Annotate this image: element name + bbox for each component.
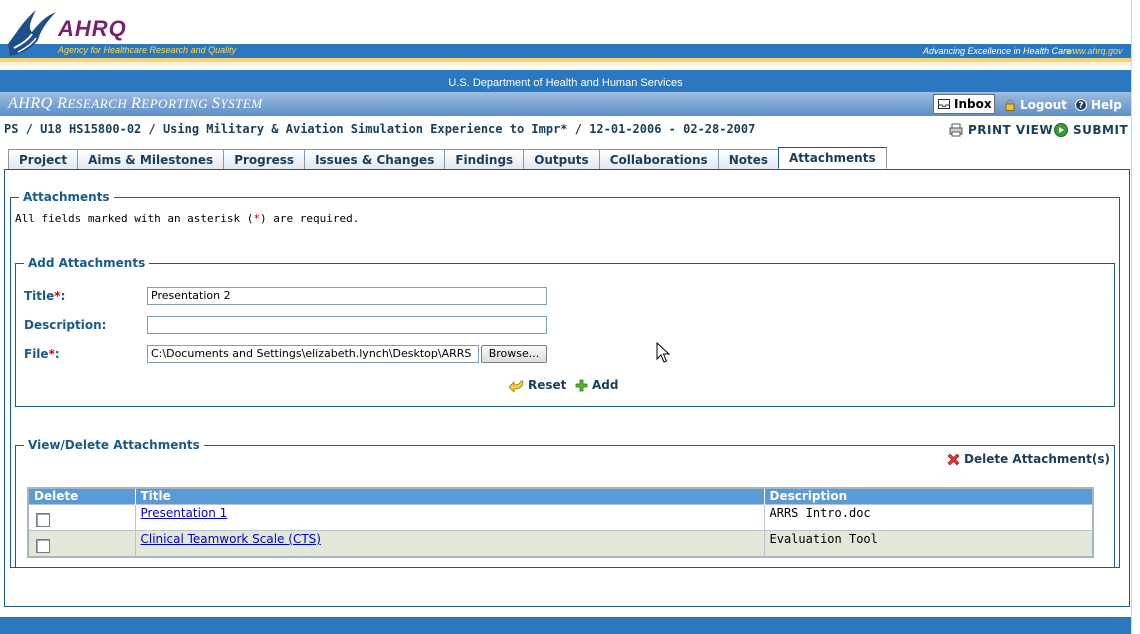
system-title: AHRQ RESEARCH REPORTING SYSTEM — [8, 95, 263, 113]
submit-arrow-icon — [1054, 123, 1068, 137]
table-row: Presentation 1 ARRS Intro.doc — [28, 503, 1094, 530]
attachment-title-link[interactable]: Clinical Teamwork Scale (CTS) — [141, 532, 321, 546]
svg-text:?: ? — [1078, 101, 1083, 111]
tab-attachments[interactable]: Attachments — [778, 147, 887, 169]
description-input[interactable] — [147, 316, 547, 334]
browse-button[interactable]: Browse... — [481, 345, 547, 363]
column-header-description[interactable]: Description — [764, 488, 1094, 504]
tab-progress[interactable]: Progress — [223, 149, 305, 170]
required-note-text: All fields marked with an asterisk ( — [15, 212, 254, 225]
help-link[interactable]: ? Help — [1075, 95, 1122, 114]
system-title-part: ESEARCH — [67, 96, 132, 111]
hhs-eagle-icon — [8, 10, 56, 56]
delete-x-icon — [947, 453, 960, 465]
reset-arrow-icon — [509, 380, 524, 392]
tab-issues-changes[interactable]: Issues & Changes — [304, 149, 445, 170]
inbox-label: Inbox — [954, 97, 992, 111]
plus-icon — [575, 379, 588, 391]
delete-checkbox[interactable] — [36, 538, 50, 553]
description-cell: Evaluation Tool — [764, 529, 1094, 557]
breadcrumb: PS / U18 HS15800-02 / Using Military & A… — [4, 122, 756, 136]
delete-cell — [28, 529, 136, 557]
lock-icon — [1005, 98, 1015, 111]
print-view-link[interactable]: PRINT VIEW — [949, 123, 1053, 137]
view-delete-legend: View/Delete Attachments — [28, 438, 200, 452]
title-label: Title*: — [24, 289, 65, 303]
ahrq-logo-text: AHRQ — [58, 16, 127, 41]
agency-name: Agency for Healthcare Research and Quali… — [58, 45, 237, 55]
inbox-button[interactable]: Inbox — [933, 94, 995, 114]
header-cream-stripe — [0, 62, 1131, 66]
table-row: Clinical Teamwork Scale (CTS) Evaluation… — [28, 529, 1094, 557]
add-button[interactable]: Add — [575, 378, 618, 392]
system-title-part: EPORTING — [141, 96, 212, 111]
tab-bar: Project Aims & Milestones Progress Issue… — [8, 147, 887, 170]
print-view-label: PRINT VIEW — [968, 123, 1054, 137]
tab-aims-milestones[interactable]: Aims & Milestones — [77, 149, 224, 170]
window-right-edge — [1131, 0, 1140, 634]
help-icon: ? — [1075, 98, 1087, 111]
tagline: Advancing Excellence in Health Care — [923, 46, 1072, 56]
title-input[interactable]: Presentation 2 — [147, 287, 547, 305]
delete-checkbox[interactable] — [36, 512, 50, 527]
file-path-input[interactable]: C:\Documents and Settings\elizabeth.lync… — [147, 345, 479, 363]
attachments-table: Delete Title Description Presentation 1 … — [27, 487, 1094, 558]
tab-notes[interactable]: Notes — [717, 149, 779, 170]
description-cell: ARRS Intro.doc — [764, 503, 1094, 530]
logout-label: Logout — [1020, 97, 1068, 112]
tab-outputs[interactable]: Outputs — [523, 149, 599, 170]
tab-collaborations[interactable]: Collaborations — [598, 149, 718, 170]
system-title-part: YSTEM — [220, 96, 263, 111]
delete-attachments-label: Delete Attachment(s) — [964, 452, 1110, 466]
required-note-text: ) are required. — [260, 212, 360, 225]
title-label-text: Title — [24, 289, 55, 303]
label-colon: : — [54, 347, 60, 361]
tab-project[interactable]: Project — [8, 149, 78, 170]
system-title-part: AHRQ — [8, 95, 58, 112]
delete-cell — [28, 503, 136, 530]
column-header-delete[interactable]: Delete — [28, 488, 136, 504]
tab-findings[interactable]: Findings — [444, 149, 524, 170]
required-note: All fields marked with an asterisk (*) a… — [15, 212, 359, 225]
delete-attachments-button[interactable]: Delete Attachment(s) — [947, 452, 1110, 466]
description-label: Description: — [24, 318, 107, 332]
column-header-title[interactable]: Title — [135, 488, 765, 504]
printer-icon — [949, 123, 963, 137]
add-attachments-legend: Add Attachments — [28, 256, 146, 270]
submit-link[interactable]: SUBMIT — [1054, 123, 1128, 137]
system-title-part: R — [57, 95, 68, 112]
footer-band — [0, 617, 1131, 634]
site-url-link[interactable]: www.ahrq.gov — [1066, 46, 1123, 56]
help-label: Help — [1091, 97, 1122, 112]
table-header-row: Delete Title Description — [28, 488, 1094, 504]
file-label-text: File — [24, 347, 49, 361]
attachment-title-link[interactable]: Presentation 1 — [141, 506, 228, 520]
hhs-department-band: U.S. Department of Health and Human Serv… — [0, 70, 1131, 92]
mouse-cursor-icon — [656, 342, 670, 363]
reset-label: Reset — [528, 378, 567, 392]
submit-label: SUBMIT — [1073, 123, 1129, 137]
title-cell: Presentation 1 — [135, 503, 765, 530]
add-label: Add — [592, 378, 619, 392]
logout-link[interactable]: Logout — [1004, 95, 1067, 114]
file-label: File*: — [24, 347, 60, 361]
label-colon: : — [60, 289, 66, 303]
inbox-icon — [938, 99, 950, 109]
title-cell: Clinical Teamwork Scale (CTS) — [135, 529, 765, 557]
attachments-legend: Attachments — [23, 190, 110, 204]
system-title-part: R — [131, 95, 142, 112]
reset-button[interactable]: Reset — [509, 378, 566, 392]
